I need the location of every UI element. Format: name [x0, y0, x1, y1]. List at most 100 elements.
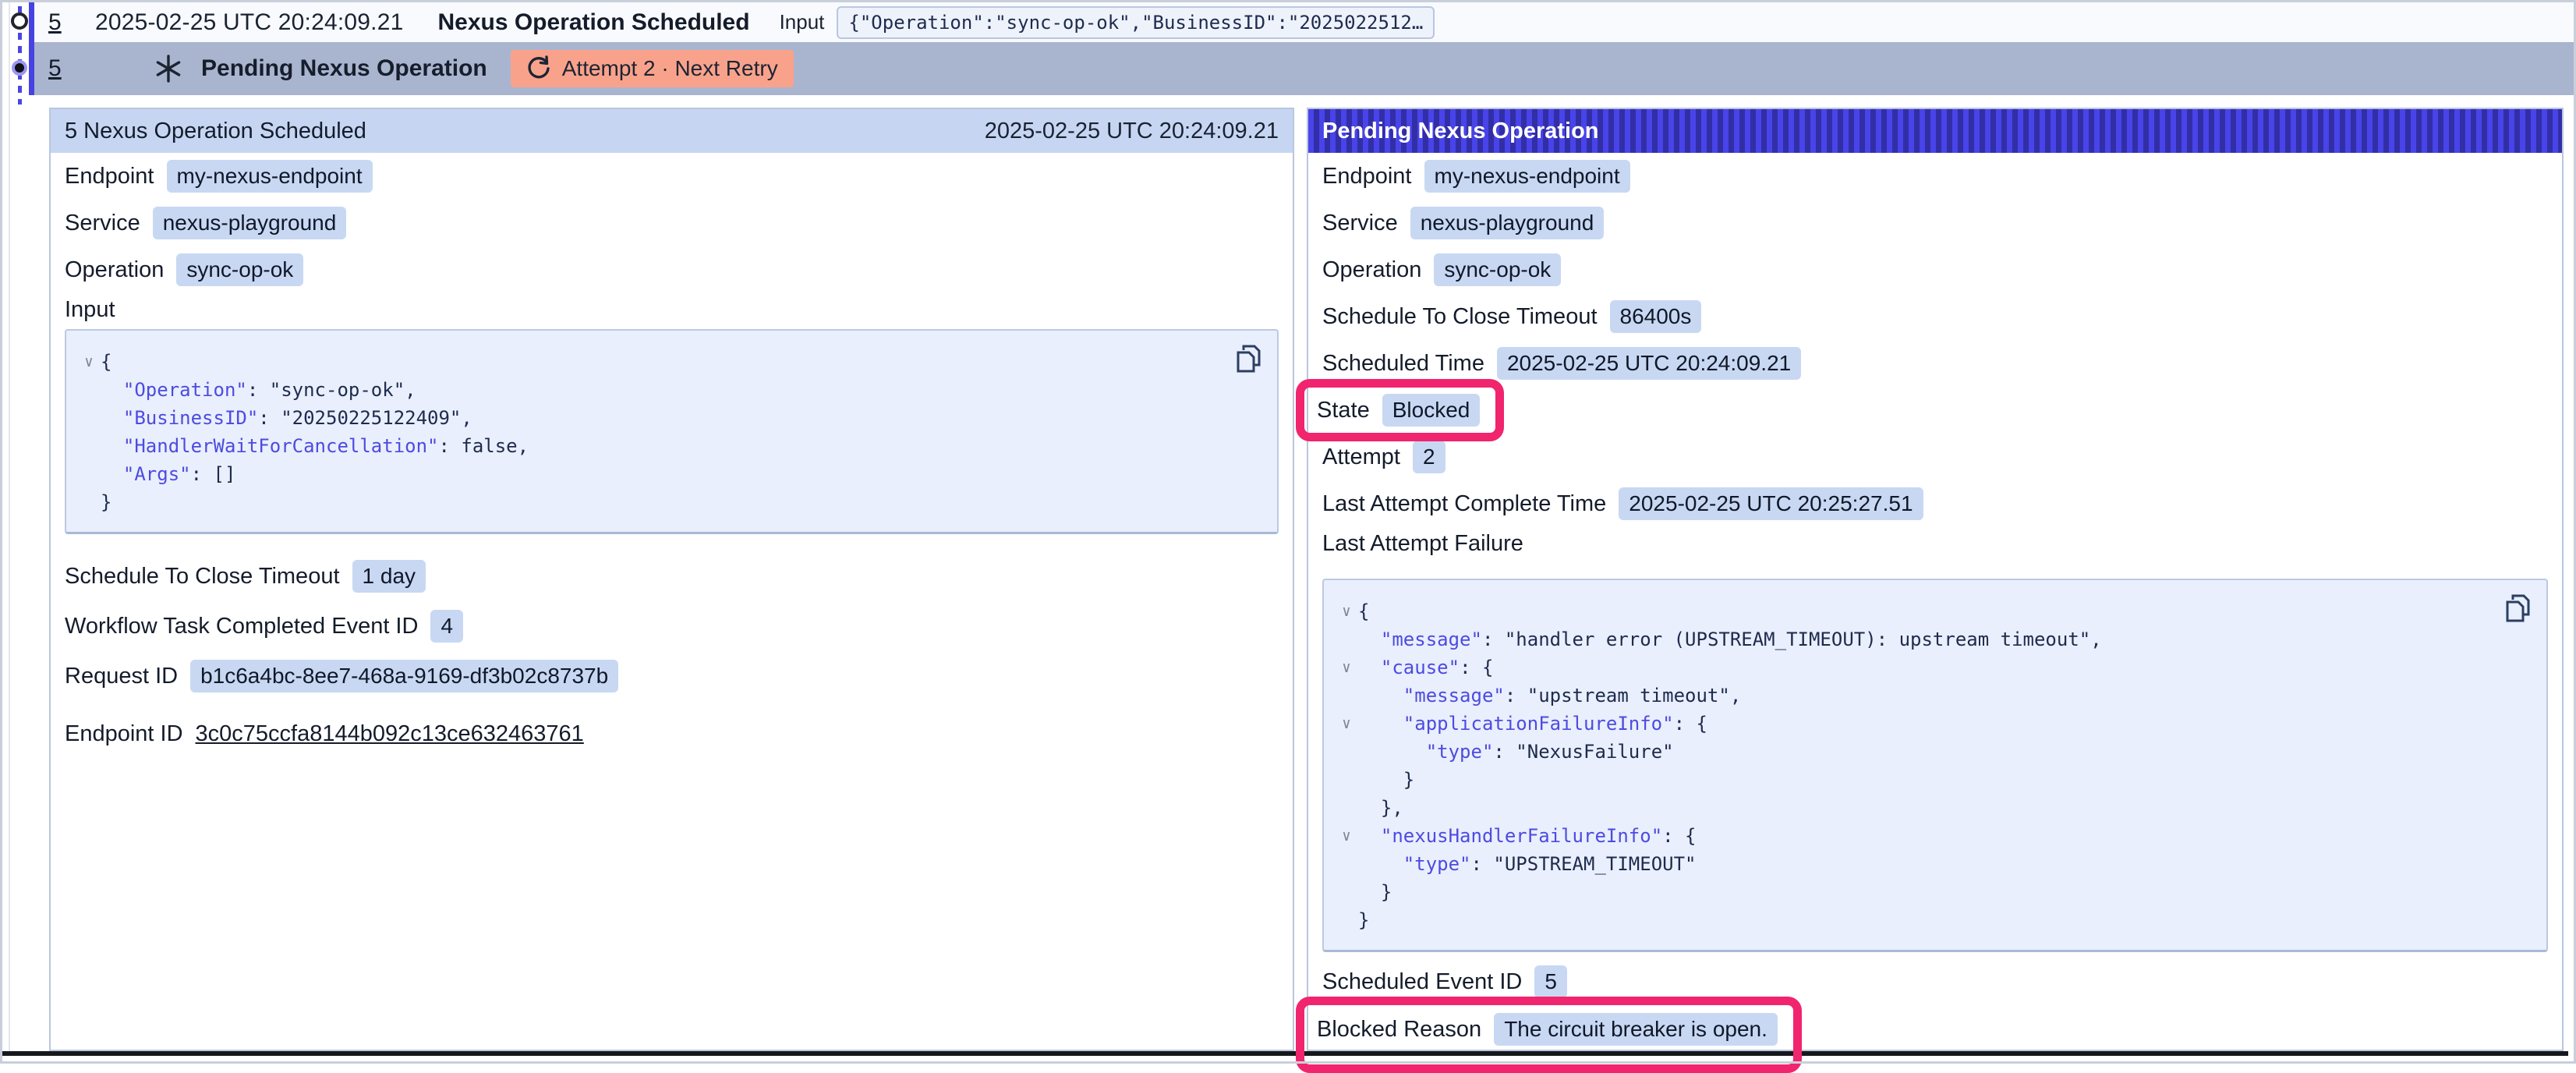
retry-badge-label: Attempt 2 · Next Retry: [562, 56, 778, 81]
event-detail-timestamp: 2025-02-25 UTC 20:24:09.21: [985, 119, 1279, 144]
field-label: State: [1317, 398, 1370, 423]
input-label: Input: [780, 10, 825, 34]
collapse-chevron-icon[interactable]: ∨: [1335, 653, 1358, 682]
field-label: Scheduled Event ID: [1322, 969, 1522, 995]
field-value-chip: nexus-playground: [153, 207, 347, 239]
collapse-chevron-icon[interactable]: ∨: [1335, 597, 1358, 625]
json-line: }: [1335, 906, 2531, 934]
json-key: "cause": [1381, 657, 1460, 678]
json-line: "type": "UPSTREAM_TIMEOUT": [1335, 850, 2531, 878]
field-label: Operation: [1322, 257, 1421, 283]
failure-json-lines: ∨{ "message": "handler error (UPSTREAM_T…: [1335, 597, 2531, 934]
copy-icon[interactable]: [1235, 343, 1263, 374]
json-line: ∨{: [1335, 597, 2531, 625]
field-row-operation: Operation sync-op-ok: [51, 246, 1293, 293]
field-value-chip: 4: [430, 610, 463, 643]
field-row-operation: Operation sync-op-ok: [1308, 246, 2562, 293]
input-json-lines: ∨{ "Operation": "sync-op-ok", "BusinessI…: [77, 348, 1261, 516]
retry-badge: Attempt 2 · Next Retry: [511, 50, 794, 87]
json-line: "message": "upstream timeout",: [1335, 682, 2531, 710]
field-row-endpoint-id: Endpoint ID 3c0c75ccfa8144b092c13ce63246…: [51, 709, 1293, 759]
json-key: "nexusHandlerFailureInfo": [1381, 825, 1662, 847]
field-value-chip: 1 day: [352, 560, 426, 593]
failure-section-label: Last Attempt Failure: [1308, 527, 2562, 563]
json-line: ∨ "cause": {: [1335, 653, 2531, 682]
collapse-chevron-icon[interactable]: ∨: [1335, 822, 1358, 850]
field-value-chip: my-nexus-endpoint: [167, 160, 373, 193]
json-line: "message": "handler error (UPSTREAM_TIME…: [1335, 625, 2531, 653]
field-label: Service: [65, 211, 140, 236]
field-label: Blocked Reason: [1317, 1017, 1481, 1043]
field-value-chip: 86400s: [1610, 300, 1702, 333]
field-row-state: State Blocked: [1308, 387, 2562, 434]
field-row-last-attempt-complete: Last Attempt Complete Time 2025-02-25 UT…: [1308, 480, 2562, 527]
field-row-schedule-to-close: Schedule To Close Timeout 86400s: [1308, 293, 2562, 340]
field-label: Workflow Task Completed Event ID: [65, 614, 418, 639]
json-line: },: [1335, 794, 2531, 822]
collapse-chevron-icon[interactable]: ∨: [77, 348, 101, 376]
json-value: : {: [1662, 825, 1696, 847]
field-value-chip: sync-op-ok: [1434, 253, 1561, 286]
json-line: }: [77, 488, 1261, 516]
json-key: "message": [1381, 629, 1482, 650]
field-value-chip: 2: [1413, 441, 1445, 473]
json-value: : {: [1460, 657, 1493, 678]
history-column-divider: [9, 2, 10, 1053]
field-row-endpoint: Endpoint my-nexus-endpoint: [51, 153, 1293, 200]
endpoint-id-link[interactable]: 3c0c75ccfa8144b092c13ce632463761: [196, 721, 584, 747]
json-line: "type": "NexusFailure": [1335, 738, 2531, 766]
input-preview-chip[interactable]: {"Operation":"sync-op-ok","BusinessID":"…: [837, 6, 1435, 39]
viewport-bottom-edge: [0, 1051, 2568, 1056]
field-row-service: Service nexus-playground: [1308, 200, 2562, 246]
json-value: }: [1358, 909, 1369, 931]
failure-json-viewer: ∨{ "message": "handler error (UPSTREAM_T…: [1322, 579, 2548, 952]
field-value-chip: nexus-playground: [1410, 207, 1605, 239]
field-value-chip: sync-op-ok: [176, 253, 303, 286]
json-line: ∨ "applicationFailureInfo": {: [1335, 710, 2531, 738]
field-value-chip: b1c6a4bc-8ee7-468a-9169-df3b02c8737b: [190, 660, 618, 692]
json-key: "applicationFailureInfo": [1403, 713, 1674, 735]
field-row-schedule-to-close: Schedule To Close Timeout 1 day: [51, 551, 1293, 601]
field-label: Last Attempt Complete Time: [1322, 491, 1606, 517]
json-line: "BusinessID": "20250225122409",: [77, 404, 1261, 432]
json-key: "message": [1403, 685, 1505, 706]
json-value: }: [101, 491, 111, 513]
field-value-chip: my-nexus-endpoint: [1424, 160, 1630, 193]
field-label: Service: [1322, 211, 1398, 236]
json-line: "Args": []: [77, 460, 1261, 488]
timeline-node-open-icon: [11, 12, 28, 30]
blocked-reason-highlight-ring: Blocked Reason The circuit breaker is op…: [1296, 997, 1802, 1073]
event-id-link[interactable]: 5: [48, 9, 69, 36]
json-value: : "UPSTREAM_TIMEOUT": [1471, 853, 1697, 875]
pending-asterisk-icon: [153, 53, 184, 84]
json-value: : "20250225122409",: [258, 407, 472, 429]
json-line: "Operation": "sync-op-ok",: [77, 376, 1261, 404]
json-key: "HandlerWaitForCancellation": [123, 435, 439, 457]
json-key: "Operation": [123, 379, 247, 401]
input-json-viewer: ∨{ "Operation": "sync-op-ok", "BusinessI…: [65, 329, 1279, 534]
json-value: {: [101, 351, 111, 373]
json-value: : "NexusFailure": [1493, 741, 1673, 763]
field-label: Endpoint: [65, 164, 154, 189]
event-history-row-scheduled[interactable]: 5 2025-02-25 UTC 20:24:09.21 Nexus Opera…: [34, 2, 2574, 42]
state-highlight-ring: State Blocked: [1296, 379, 1504, 441]
event-detail-header: 5 Nexus Operation Scheduled 2025-02-25 U…: [51, 109, 1293, 153]
pending-event-id-link[interactable]: 5: [48, 55, 69, 82]
field-row-wft-completed-id: Workflow Task Completed Event ID 4: [51, 601, 1293, 651]
json-key: "BusinessID": [123, 407, 258, 429]
json-line: "HandlerWaitForCancellation": false,: [77, 432, 1261, 460]
retry-icon: [526, 55, 551, 82]
copy-icon[interactable]: [2504, 593, 2532, 624]
collapse-chevron-icon[interactable]: ∨: [1335, 710, 1358, 738]
json-value: },: [1381, 797, 1403, 819]
event-history-row-pending[interactable]: 5 Pending Nexus Operation Attempt 2 · Ne…: [34, 42, 2574, 95]
json-line: }: [1335, 766, 2531, 794]
timeline-node-current-icon: [12, 60, 27, 76]
event-name: Nexus Operation Scheduled: [437, 9, 749, 36]
state-value-chip: Blocked: [1382, 394, 1481, 427]
timeline-selection-bar: [29, 2, 34, 95]
field-label: Operation: [65, 257, 164, 283]
json-value: : "upstream timeout",: [1505, 685, 1741, 706]
field-label: Schedule To Close Timeout: [1322, 304, 1598, 330]
field-label: Endpoint ID: [65, 721, 183, 747]
